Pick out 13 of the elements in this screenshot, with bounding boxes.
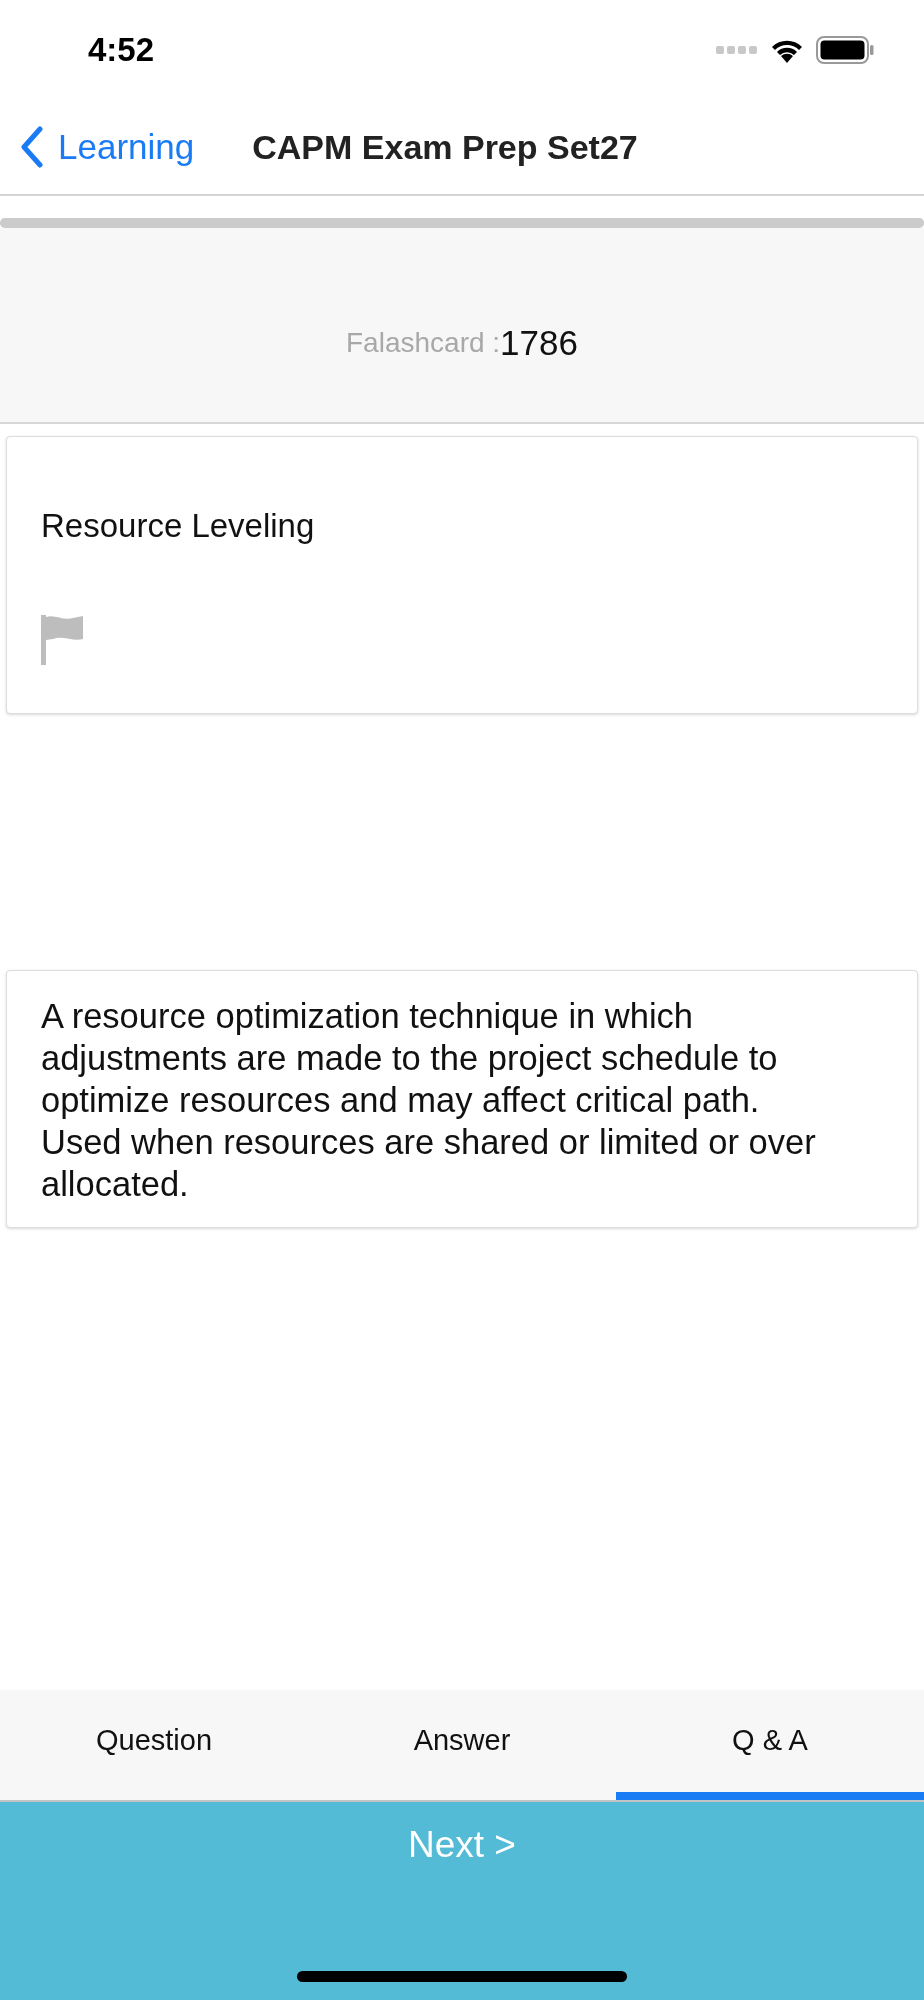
flashcard-number: 1786 xyxy=(500,323,578,363)
status-time: 4:52 xyxy=(88,31,155,69)
battery-icon xyxy=(816,36,874,64)
signal-icon xyxy=(716,45,758,55)
flag-icon[interactable] xyxy=(41,615,85,665)
screen-title: CAPM Exam Prep Set27 xyxy=(252,127,638,167)
question-text: Resource Leveling xyxy=(41,507,316,545)
flashcard-label: Falashcard : xyxy=(346,327,501,359)
tab[interactable]: Question xyxy=(0,1690,308,1800)
answer-text: A resource optimization technique in which adjustments are made to the project schedule to optimize resources and may affect critical path. Used when resources are shared or limited or over allocated. xyxy=(41,996,817,1205)
back-button[interactable]: Learning xyxy=(20,126,195,168)
chevron-left-icon xyxy=(20,126,44,168)
tab[interactable]: Answer xyxy=(308,1690,616,1800)
